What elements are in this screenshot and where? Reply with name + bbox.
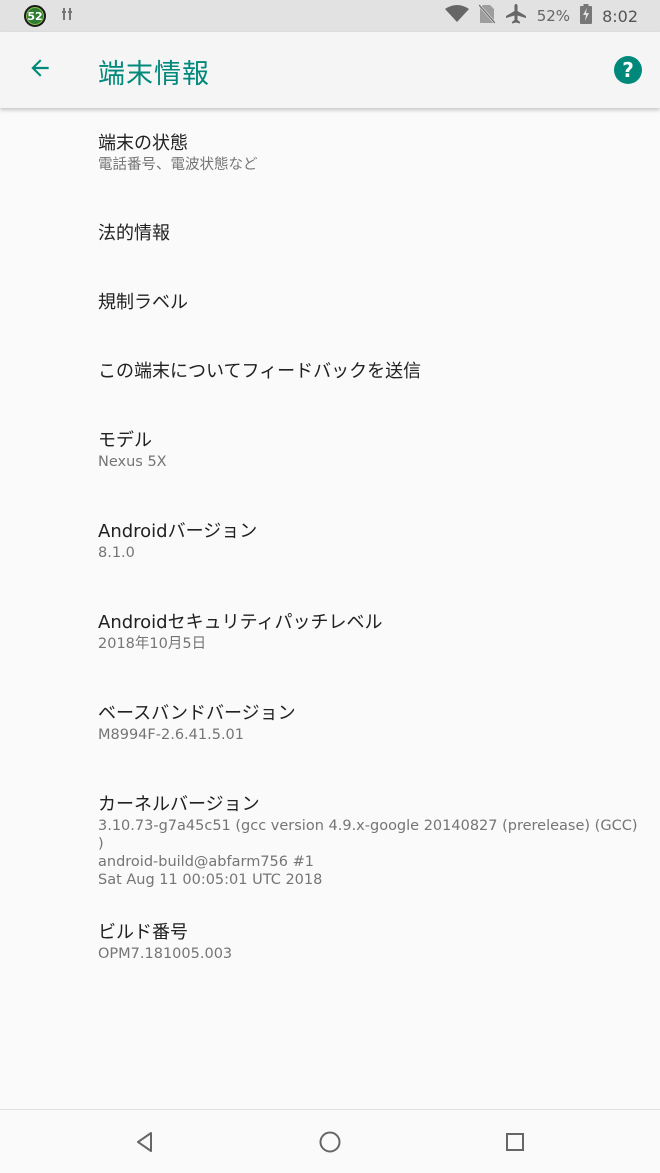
list-item-model[interactable]: モデル Nexus 5X bbox=[98, 429, 646, 471]
page-title: 端末情報 bbox=[98, 59, 210, 90]
back-button[interactable] bbox=[20, 50, 60, 90]
item-title: この端末についてフィードバックを送信 bbox=[98, 361, 422, 382]
recents-square-icon bbox=[503, 1133, 527, 1158]
battery-charging-icon bbox=[580, 4, 593, 28]
list-item-device-status[interactable]: 端末の状態 電話番号、電波状態など bbox=[98, 132, 646, 174]
airplane-icon bbox=[505, 4, 527, 28]
list-item-kernel-version[interactable]: カーネルバージョン 3.10.73-g7a45c51 (gcc version … bbox=[98, 793, 646, 889]
item-subtitle: M8994F-2.6.41.5.01 bbox=[98, 727, 244, 743]
status-time: 8:02 bbox=[602, 6, 638, 26]
home-circle-icon bbox=[318, 1131, 342, 1158]
item-title: カーネルバージョン bbox=[98, 794, 260, 815]
item-subtitle: 電話番号、電波状態など bbox=[98, 157, 258, 173]
list-item-build-number[interactable]: ビルド番号 OPM7.181005.003 bbox=[98, 921, 646, 963]
arrow-left-icon bbox=[27, 55, 53, 85]
item-title: 端末の状態 bbox=[98, 133, 188, 154]
item-subtitle: 2018年10月5日 bbox=[98, 636, 207, 652]
item-title: ベースバンドバージョン bbox=[98, 703, 296, 724]
nav-back-button[interactable] bbox=[133, 1130, 157, 1154]
item-title: Androidバージョン bbox=[98, 521, 258, 542]
usb-debug-icon bbox=[60, 6, 74, 26]
nav-home-button[interactable] bbox=[318, 1130, 342, 1154]
app-bar: 端末情報 ? bbox=[0, 32, 660, 108]
list-item-security-patch[interactable]: Androidセキュリティパッチレベル 2018年10月5日 bbox=[98, 611, 646, 653]
status-bar-left: 52 bbox=[24, 5, 74, 27]
navigation-bar bbox=[0, 1109, 660, 1173]
item-subtitle: Nexus 5X bbox=[98, 454, 167, 470]
item-title: Androidセキュリティパッチレベル bbox=[98, 612, 383, 633]
status-bar-right: 52% 8:02 bbox=[444, 4, 638, 28]
help-icon: ? bbox=[622, 58, 634, 82]
list-item-send-feedback[interactable]: この端末についてフィードバックを送信 bbox=[98, 360, 646, 384]
help-button[interactable]: ? bbox=[614, 56, 642, 84]
list-item-android-version[interactable]: Androidバージョン 8.1.0 bbox=[98, 520, 646, 562]
item-subtitle: 8.1.0 bbox=[98, 545, 135, 561]
battery-percent: 52% bbox=[536, 7, 571, 25]
item-subtitle: OPM7.181005.003 bbox=[98, 946, 233, 962]
list-item-regulatory-labels[interactable]: 規制ラベル bbox=[98, 291, 646, 315]
item-title: ビルド番号 bbox=[98, 922, 188, 943]
status-bar: 52 52% 8:02 bbox=[0, 0, 660, 32]
item-subtitle: 3.10.73-g7a45c51 (gcc version 4.9.x-goog… bbox=[98, 818, 638, 888]
item-title: モデル bbox=[98, 430, 152, 451]
notification-badge: 52 bbox=[24, 5, 46, 27]
wifi-icon bbox=[444, 5, 469, 27]
item-title: 法的情報 bbox=[98, 223, 170, 244]
back-triangle-icon bbox=[133, 1132, 157, 1158]
list-item-baseband-version[interactable]: ベースバンドバージョン M8994F-2.6.41.5.01 bbox=[98, 702, 646, 744]
item-title: 規制ラベル bbox=[98, 292, 188, 313]
nav-recents-button[interactable] bbox=[503, 1130, 527, 1154]
list-item-legal-info[interactable]: 法的情報 bbox=[98, 222, 646, 246]
no-sim-icon bbox=[477, 4, 496, 28]
